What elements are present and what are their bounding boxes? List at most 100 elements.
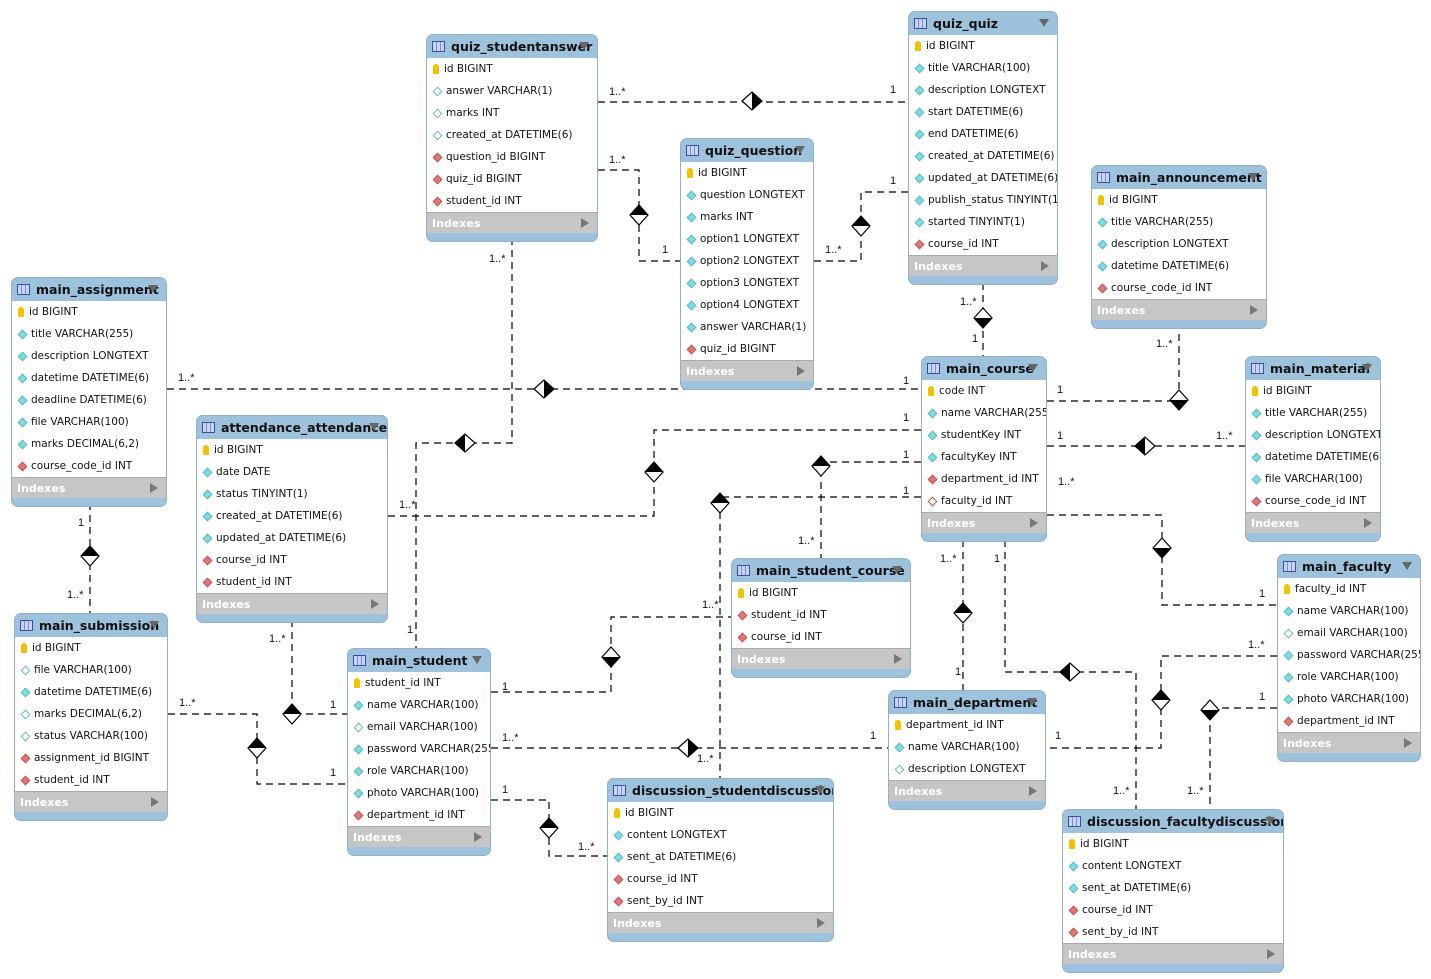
table-discussion-facultydiscussion[interactable]: discussion_facultydiscussion id BIGINT con…: [1062, 809, 1284, 973]
collapse-arrow-icon[interactable]: [1265, 817, 1275, 825]
column-row[interactable]: publish_status TINYINT(1): [909, 189, 1057, 211]
column-row[interactable]: id BIGINT: [608, 802, 833, 824]
column-row[interactable]: id BIGINT: [12, 301, 166, 323]
collapse-arrow-icon[interactable]: [795, 146, 805, 154]
column-row[interactable]: created_at DATETIME(6): [197, 505, 387, 527]
column-row[interactable]: description LONGTEXT: [1246, 424, 1380, 446]
column-row[interactable]: department_id INT: [922, 468, 1046, 490]
relationship-quiz-studentanswer-to-quiz-quiz[interactable]: [598, 91, 908, 111]
table-header[interactable]: quiz_question: [681, 139, 813, 162]
column-row[interactable]: student_id INT: [427, 190, 597, 212]
column-row[interactable]: title VARCHAR(255): [1092, 211, 1266, 233]
column-row[interactable]: course_code_id INT: [12, 455, 166, 477]
column-row[interactable]: sent_at DATETIME(6): [608, 846, 833, 868]
table-header[interactable]: main_announcement: [1092, 166, 1266, 189]
table-main-announcement[interactable]: main_announcement id BIGINT title VARCHAR(…: [1091, 165, 1267, 329]
table-header[interactable]: main_student_course: [732, 559, 910, 582]
table-header[interactable]: main_submission: [15, 614, 167, 637]
column-row[interactable]: description LONGTEXT: [1092, 233, 1266, 255]
column-row[interactable]: name VARCHAR(100): [889, 736, 1045, 758]
relationship-line[interactable]: [820, 461, 921, 558]
column-row[interactable]: datetime DATETIME(6): [15, 681, 167, 703]
column-row[interactable]: description LONGTEXT: [12, 345, 166, 367]
collapse-arrow-icon[interactable]: [892, 566, 902, 574]
indexes-section[interactable]: Indexes: [348, 826, 490, 847]
column-row[interactable]: course_code_id INT: [1092, 277, 1266, 299]
relationship-main-announcement-to-main-course[interactable]: [1047, 324, 1189, 411]
column-row[interactable]: id BIGINT: [15, 637, 167, 659]
column-row[interactable]: file VARCHAR(100): [1246, 468, 1380, 490]
column-row[interactable]: deadline DATETIME(6): [12, 389, 166, 411]
table-main-course[interactable]: main_course code INT name VARCHAR(255) stud…: [921, 356, 1047, 542]
column-row[interactable]: name VARCHAR(100): [348, 694, 490, 716]
column-row[interactable]: sent_by_id INT: [1063, 921, 1283, 943]
collapse-arrow-icon[interactable]: [1039, 19, 1049, 27]
relationship-quiz-studentanswer-to-main-student[interactable]: [415, 238, 513, 648]
table-header[interactable]: main_department: [889, 691, 1045, 714]
indexes-section[interactable]: Indexes: [197, 593, 387, 614]
column-row[interactable]: role VARCHAR(100): [348, 760, 490, 782]
column-row[interactable]: option2 LONGTEXT: [681, 250, 813, 272]
column-row[interactable]: role VARCHAR(100): [1278, 666, 1420, 688]
column-row[interactable]: code INT: [922, 380, 1046, 402]
column-row[interactable]: facultyKey INT: [922, 446, 1046, 468]
column-row[interactable]: marks DECIMAL(6,2): [15, 703, 167, 725]
relationship-line[interactable]: [1047, 324, 1180, 402]
table-main-department[interactable]: main_department department_id INT name VAR…: [888, 690, 1046, 810]
indexes-section[interactable]: Indexes: [1246, 512, 1380, 533]
column-row[interactable]: started TINYINT(1): [909, 211, 1057, 233]
collapse-arrow-icon[interactable]: [1402, 562, 1412, 570]
collapse-arrow-icon[interactable]: [1027, 698, 1037, 706]
table-quiz-quiz[interactable]: quiz_quiz id BIGINT title VARCHAR(100) desc…: [908, 11, 1058, 285]
collapse-arrow-icon[interactable]: [1248, 173, 1258, 181]
column-row[interactable]: title VARCHAR(255): [1246, 402, 1380, 424]
column-row[interactable]: name VARCHAR(255): [922, 402, 1046, 424]
column-row[interactable]: department_id INT: [348, 804, 490, 826]
column-row[interactable]: id BIGINT: [1063, 833, 1283, 855]
relationship-line[interactable]: [1209, 707, 1277, 809]
collapse-arrow-icon[interactable]: [579, 42, 589, 50]
collapse-arrow-icon[interactable]: [369, 423, 379, 431]
column-row[interactable]: title VARCHAR(255): [12, 323, 166, 345]
table-discussion-studentdiscussion[interactable]: discussion_studentdiscussion id BIGINT con…: [607, 778, 834, 942]
table-quiz-studentanswer[interactable]: quiz_studentanswer id BIGINT answer VARCHA…: [426, 34, 598, 242]
indexes-section[interactable]: Indexes: [909, 255, 1057, 276]
column-row[interactable]: quiz_id BIGINT: [427, 168, 597, 190]
column-row[interactable]: file VARCHAR(100): [15, 659, 167, 681]
indexes-section[interactable]: Indexes: [1063, 943, 1283, 964]
column-row[interactable]: assignment_id BIGINT: [15, 747, 167, 769]
column-row[interactable]: email VARCHAR(100): [348, 716, 490, 738]
column-row[interactable]: name VARCHAR(100): [1278, 600, 1420, 622]
column-row[interactable]: photo VARCHAR(100): [348, 782, 490, 804]
table-main-faculty[interactable]: main_faculty faculty_id INT name VARCHAR(1…: [1277, 554, 1421, 762]
indexes-section[interactable]: Indexes: [1278, 732, 1420, 753]
relationship-main-student-course-to-main-course[interactable]: [811, 455, 921, 558]
table-header[interactable]: discussion_studentdiscussion: [608, 779, 833, 802]
indexes-section[interactable]: Indexes: [15, 791, 167, 812]
indexes-section[interactable]: Indexes: [427, 212, 597, 233]
table-main-student[interactable]: main_student student_id INT name VARCHAR(1…: [347, 648, 491, 856]
column-row[interactable]: description LONGTEXT: [909, 79, 1057, 101]
column-row[interactable]: question_id BIGINT: [427, 146, 597, 168]
indexes-section[interactable]: Indexes: [681, 360, 813, 381]
column-row[interactable]: course_id INT: [1063, 899, 1283, 921]
relationship-attendance-attendance-to-main-student[interactable]: [282, 620, 347, 725]
column-row[interactable]: marks DECIMAL(6,2): [12, 433, 166, 455]
column-row[interactable]: marks INT: [681, 206, 813, 228]
table-header[interactable]: quiz_studentanswer: [427, 35, 597, 58]
table-header[interactable]: main_material: [1246, 357, 1380, 380]
column-row[interactable]: id BIGINT: [681, 162, 813, 184]
column-row[interactable]: photo VARCHAR(100): [1278, 688, 1420, 710]
column-row[interactable]: password VARCHAR(255): [348, 738, 490, 760]
collapse-arrow-icon[interactable]: [148, 285, 158, 293]
column-row[interactable]: faculty_id INT: [1278, 578, 1420, 600]
collapse-arrow-icon[interactable]: [472, 656, 482, 664]
relationship-main-student-to-main-department[interactable]: [491, 738, 888, 758]
column-row[interactable]: start DATETIME(6): [909, 101, 1057, 123]
column-row[interactable]: updated_at DATETIME(6): [909, 167, 1057, 189]
column-row[interactable]: id BIGINT: [1246, 380, 1380, 402]
table-header[interactable]: attendance_attendance: [197, 416, 387, 439]
indexes-section[interactable]: Indexes: [889, 780, 1045, 801]
column-row[interactable]: course_id INT: [732, 626, 910, 648]
table-header[interactable]: main_faculty: [1278, 555, 1420, 578]
